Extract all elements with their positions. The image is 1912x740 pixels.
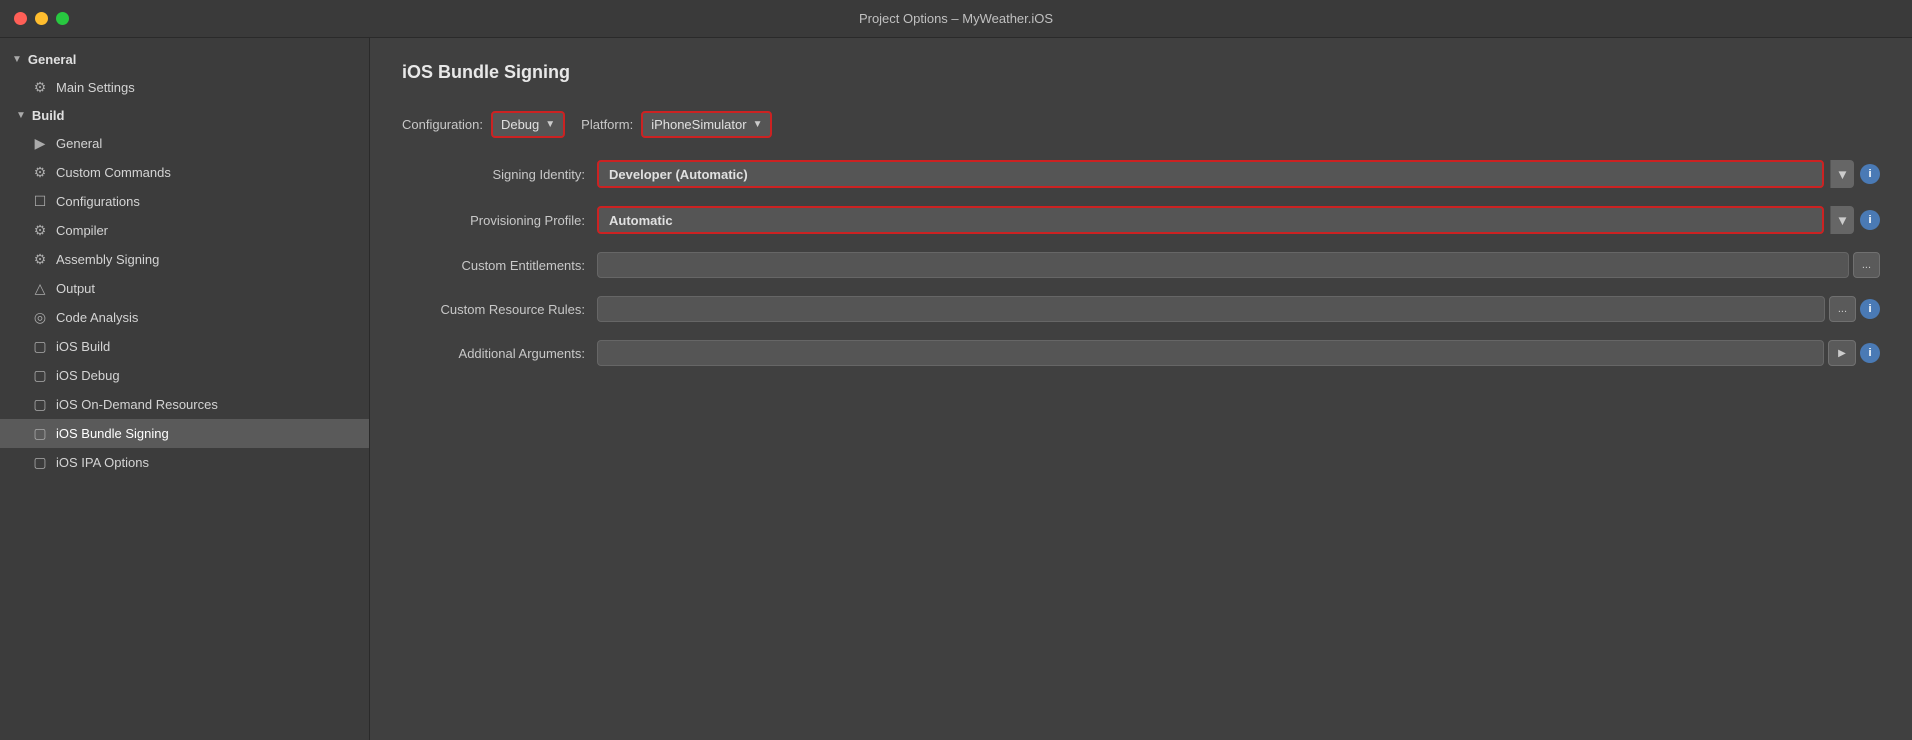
custom-resource-rules-row: Custom Resource Rules: ... i: [402, 296, 1880, 322]
sidebar-item-code-analysis[interactable]: ◎ Code Analysis: [0, 303, 369, 332]
signing-identity-arrow-button[interactable]: ▼: [1830, 160, 1854, 188]
custom-resource-rules-browse-button[interactable]: ...: [1829, 296, 1856, 322]
ios-debug-icon: ▢: [32, 367, 48, 384]
sidebar-item-ios-ipa-options[interactable]: ▢ iOS IPA Options: [0, 448, 369, 477]
custom-resource-rules-info-button[interactable]: i: [1860, 299, 1880, 319]
signing-identity-dropdown[interactable]: Developer (Automatic): [597, 160, 1824, 188]
custom-resource-rules-input[interactable]: [597, 296, 1825, 322]
sidebar-label-ios-debug: iOS Debug: [56, 368, 120, 383]
ios-build-icon: ▢: [32, 338, 48, 355]
sidebar-item-main-settings[interactable]: ⚙ Main Settings: [0, 73, 369, 102]
signing-identity-control: Developer (Automatic) ▼ i: [597, 160, 1880, 188]
custom-entitlements-row: Custom Entitlements: ...: [402, 252, 1880, 278]
provisioning-profile-info-button[interactable]: i: [1860, 210, 1880, 230]
additional-arguments-play-button[interactable]: ▶: [1828, 340, 1856, 366]
window-controls: [14, 12, 69, 25]
sidebar-item-general[interactable]: ▶ General: [0, 129, 369, 158]
minimize-button[interactable]: [35, 12, 48, 25]
maximize-button[interactable]: [56, 12, 69, 25]
sidebar-label-ios-bundle-signing: iOS Bundle Signing: [56, 426, 169, 441]
ios-ipa-options-icon: ▢: [32, 454, 48, 471]
build-section-label: Build: [32, 108, 65, 123]
sidebar-label-ios-ipa-options: iOS IPA Options: [56, 455, 149, 470]
sidebar-section-general[interactable]: ▼ General: [0, 46, 369, 73]
additional-arguments-row: Additional Arguments: ▶ i: [402, 340, 1880, 366]
main-layout: ▼ General ⚙ Main Settings ▼ Build ▶ Gene…: [0, 38, 1912, 740]
build-expand-arrow: ▼: [16, 110, 26, 121]
configurations-icon: ☐: [32, 193, 48, 210]
sidebar-label-custom-commands: Custom Commands: [56, 165, 171, 180]
sidebar-item-ios-debug[interactable]: ▢ iOS Debug: [0, 361, 369, 390]
sidebar-label-code-analysis: Code Analysis: [56, 310, 138, 325]
additional-arguments-input[interactable]: [597, 340, 1824, 366]
platform-value: iPhoneSimulator: [651, 117, 746, 132]
sidebar-item-configurations[interactable]: ☐ Configurations: [0, 187, 369, 216]
custom-resource-rules-label: Custom Resource Rules:: [402, 302, 597, 317]
provisioning-profile-dropdown[interactable]: Automatic: [597, 206, 1824, 234]
config-platform-row: Configuration: Debug ▼ Platform: iPhoneS…: [402, 111, 1880, 138]
sidebar-label-ios-build: iOS Build: [56, 339, 110, 354]
ios-on-demand-icon: ▢: [32, 396, 48, 413]
provisioning-profile-arrow-button[interactable]: ▼: [1830, 206, 1854, 234]
additional-arguments-info-button[interactable]: i: [1860, 343, 1880, 363]
sidebar-label-output: Output: [56, 281, 95, 296]
platform-arrow-icon: ▼: [753, 119, 763, 130]
signing-identity-label: Signing Identity:: [402, 167, 597, 182]
additional-arguments-label: Additional Arguments:: [402, 346, 597, 361]
window-title: Project Options – MyWeather.iOS: [859, 11, 1053, 26]
sidebar-item-ios-on-demand[interactable]: ▢ iOS On-Demand Resources: [0, 390, 369, 419]
sidebar-label-assembly-signing: Assembly Signing: [56, 252, 159, 267]
custom-entitlements-label: Custom Entitlements:: [402, 258, 597, 273]
platform-label: Platform:: [581, 117, 633, 132]
sidebar-label-ios-on-demand: iOS On-Demand Resources: [56, 397, 218, 412]
provisioning-profile-label: Provisioning Profile:: [402, 213, 597, 228]
sidebar-label-compiler: Compiler: [56, 223, 108, 238]
provisioning-profile-value: Automatic: [609, 213, 1812, 228]
sidebar-item-ios-bundle-signing[interactable]: ▢ iOS Bundle Signing: [0, 419, 369, 448]
close-button[interactable]: [14, 12, 27, 25]
content-area: iOS Bundle Signing Configuration: Debug …: [370, 38, 1912, 740]
code-analysis-icon: ◎: [32, 309, 48, 326]
config-arrow-icon: ▼: [545, 119, 555, 130]
ios-bundle-signing-icon: ▢: [32, 425, 48, 442]
custom-resource-rules-control: ... i: [597, 296, 1880, 322]
sidebar: ▼ General ⚙ Main Settings ▼ Build ▶ Gene…: [0, 38, 370, 740]
sidebar-item-assembly-signing[interactable]: ⚙ Assembly Signing: [0, 245, 369, 274]
sidebar-label-main-settings: Main Settings: [56, 80, 135, 95]
sidebar-item-output[interactable]: △ Output: [0, 274, 369, 303]
general-icon: ▶: [32, 135, 48, 152]
sidebar-label-configurations: Configurations: [56, 194, 140, 209]
compiler-icon: ⚙: [32, 222, 48, 239]
general-section-label: General: [28, 52, 76, 67]
assembly-signing-icon: ⚙: [32, 251, 48, 268]
sidebar-section-build[interactable]: ▼ Build: [0, 102, 369, 129]
sidebar-item-custom-commands[interactable]: ⚙ Custom Commands: [0, 158, 369, 187]
signing-identity-info-button[interactable]: i: [1860, 164, 1880, 184]
output-icon: △: [32, 280, 48, 297]
sidebar-item-ios-build[interactable]: ▢ iOS Build: [0, 332, 369, 361]
titlebar: Project Options – MyWeather.iOS: [0, 0, 1912, 38]
custom-entitlements-browse-button[interactable]: ...: [1853, 252, 1880, 278]
signing-identity-value: Developer (Automatic): [609, 167, 1812, 182]
platform-dropdown[interactable]: iPhoneSimulator ▼: [641, 111, 772, 138]
general-expand-arrow: ▼: [12, 54, 22, 65]
config-value: Debug: [501, 117, 539, 132]
provisioning-profile-row: Provisioning Profile: Automatic ▼ i: [402, 206, 1880, 234]
signing-identity-row: Signing Identity: Developer (Automatic) …: [402, 160, 1880, 188]
sidebar-label-general: General: [56, 136, 102, 151]
config-label: Configuration:: [402, 117, 483, 132]
custom-entitlements-control: ...: [597, 252, 1880, 278]
sidebar-item-compiler[interactable]: ⚙ Compiler: [0, 216, 369, 245]
custom-entitlements-input[interactable]: [597, 252, 1849, 278]
provisioning-profile-control: Automatic ▼ i: [597, 206, 1880, 234]
page-title: iOS Bundle Signing: [402, 62, 1880, 83]
additional-arguments-control: ▶ i: [597, 340, 1880, 366]
custom-commands-icon: ⚙: [32, 164, 48, 181]
settings-icon: ⚙: [32, 79, 48, 96]
config-dropdown[interactable]: Debug ▼: [491, 111, 565, 138]
